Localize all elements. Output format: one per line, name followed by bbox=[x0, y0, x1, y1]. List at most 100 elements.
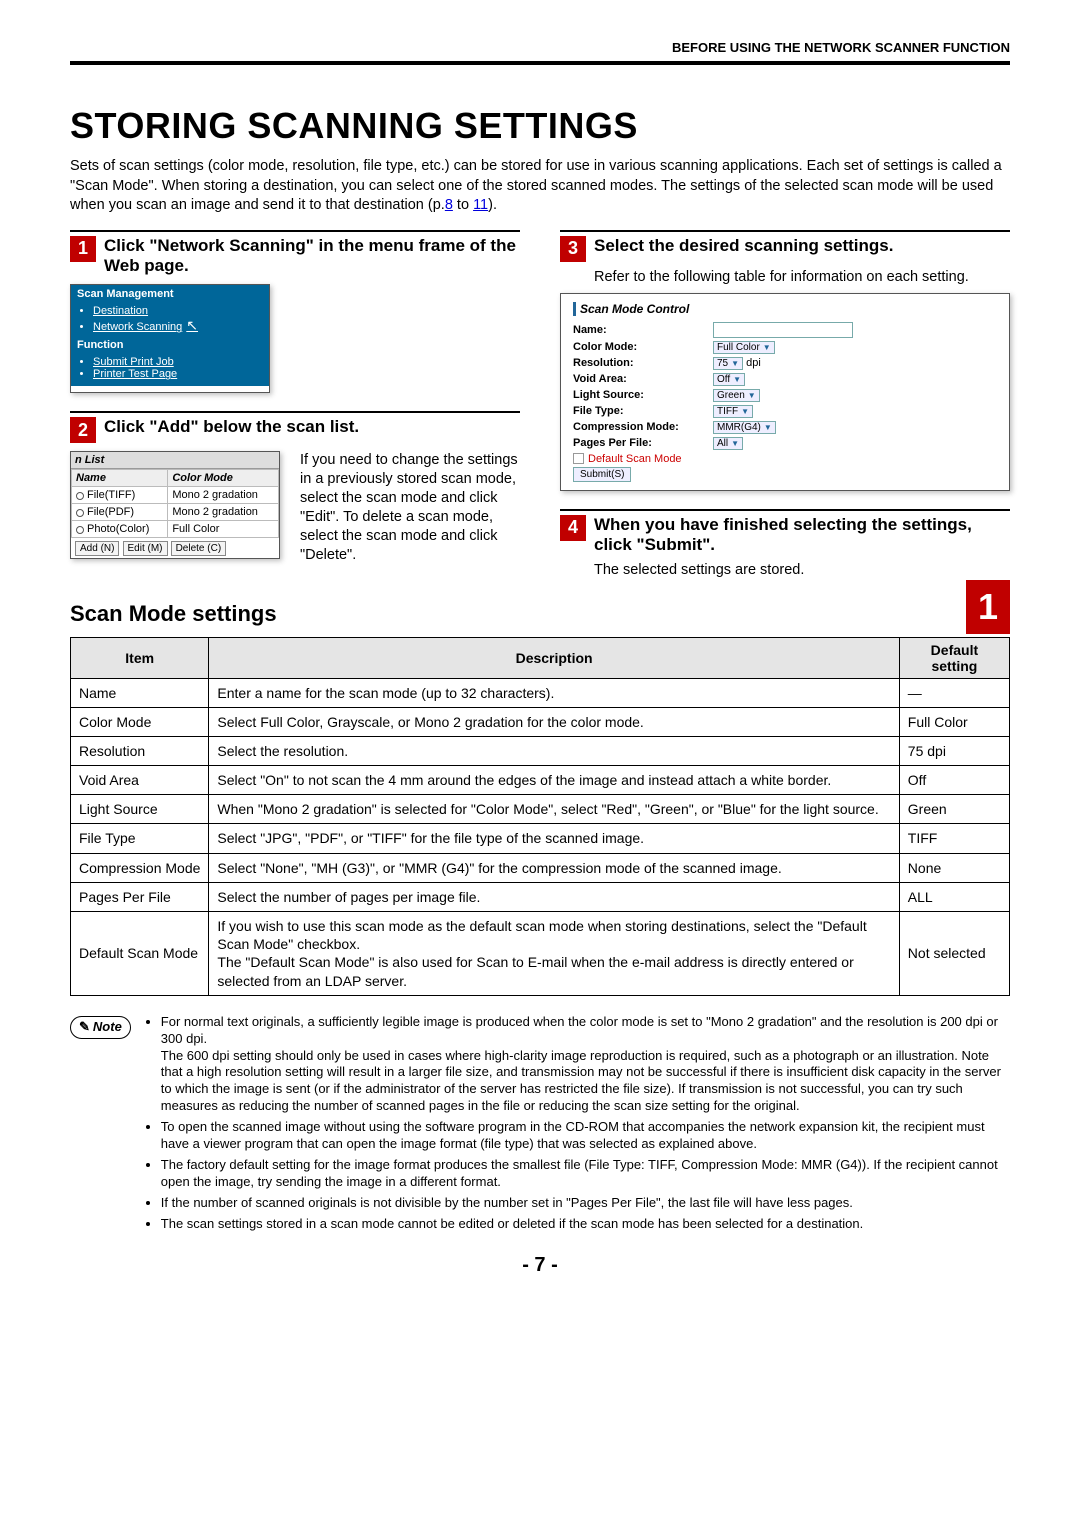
cell-default: — bbox=[899, 678, 1009, 707]
cell-desc: Select Full Color, Grayscale, or Mono 2 … bbox=[209, 707, 899, 736]
edit-button: Edit (M) bbox=[123, 541, 168, 556]
step-rule bbox=[560, 230, 1010, 232]
note-item: If the number of scanned originals is no… bbox=[161, 1195, 1010, 1212]
cell-desc: Select "On" to not scan the 4 mm around … bbox=[209, 766, 899, 795]
step-rule bbox=[560, 509, 1010, 511]
step-1-head: 1 Click "Network Scanning" in the menu f… bbox=[70, 236, 520, 277]
ctrl-label: Light Source: bbox=[573, 389, 713, 401]
ctrl-label: Name: bbox=[573, 324, 713, 336]
note-label: Note bbox=[93, 1019, 122, 1036]
table-row: ResolutionSelect the resolution.75 dpi bbox=[71, 736, 1010, 765]
cell-default: 75 dpi bbox=[899, 736, 1009, 765]
list-row: File(TIFF) Mono 2 gradation bbox=[72, 487, 279, 504]
list-caption: n List bbox=[71, 452, 279, 469]
ctrl-select: Off bbox=[713, 373, 745, 386]
cell-item: Resolution bbox=[71, 736, 209, 765]
ctrl-select: All bbox=[713, 437, 743, 450]
table-row: Compression ModeSelect "None", "MH (G3)"… bbox=[71, 853, 1010, 882]
menu-item-test-page: Printer Test Page bbox=[93, 368, 177, 380]
header-rule bbox=[70, 61, 1010, 65]
section-heading: Scan Mode settings bbox=[70, 601, 1010, 627]
ctrl-label: Void Area: bbox=[573, 373, 713, 385]
radio-icon bbox=[76, 509, 84, 517]
ctrl-caption: Scan Mode Control bbox=[573, 302, 997, 316]
cell-desc: When "Mono 2 gradation" is selected for … bbox=[209, 795, 899, 824]
cell-item: Default Scan Mode bbox=[71, 912, 209, 996]
list-th-name: Name bbox=[72, 470, 168, 487]
ctrl-suffix: dpi bbox=[746, 357, 761, 369]
intro-text-end: ). bbox=[488, 197, 497, 213]
delete-button: Delete (C) bbox=[171, 541, 227, 556]
submit-button: Submit(S) bbox=[573, 467, 631, 482]
table-row: Pages Per FileSelect the number of pages… bbox=[71, 882, 1010, 911]
settings-table: Item Description Default setting NameEnt… bbox=[70, 637, 1010, 996]
step-3-title: Select the desired scanning settings. bbox=[594, 236, 893, 256]
ctrl-label: Pages Per File: bbox=[573, 437, 713, 449]
th-default: Default setting bbox=[899, 637, 1009, 678]
note-item: The factory default setting for the imag… bbox=[161, 1157, 1010, 1191]
step-4-head: 4 When you have finished selecting the s… bbox=[560, 515, 1010, 556]
cell-default: TIFF bbox=[899, 824, 1009, 853]
list-th-color: Color Mode bbox=[168, 470, 279, 487]
menu-item-destination: Destination bbox=[93, 305, 148, 317]
screenshot-scan-list: n List Name Color Mode File(TIFF) Mono 2 … bbox=[70, 451, 280, 559]
cell-desc: Select "JPG", "PDF", or "TIFF" for the f… bbox=[209, 824, 899, 853]
ctrl-select: MMR(G4) bbox=[713, 421, 776, 434]
cell-item: File Type bbox=[71, 824, 209, 853]
table-row: Default Scan ModeIf you wish to use this… bbox=[71, 912, 1010, 996]
ctrl-input-name bbox=[713, 322, 853, 338]
cell-desc: Select the number of pages per image fil… bbox=[209, 882, 899, 911]
page-link-11[interactable]: 11 bbox=[473, 197, 488, 213]
ctrl-select: Green bbox=[713, 389, 760, 402]
table-row: Light SourceWhen "Mono 2 gradation" is s… bbox=[71, 795, 1010, 824]
intro-text-mid: to bbox=[453, 197, 473, 213]
page-title: STORING SCANNING SETTINGS bbox=[70, 105, 1010, 147]
note-item: For normal text originals, a sufficientl… bbox=[161, 1014, 1010, 1115]
cell-desc: If you wish to use this scan mode as the… bbox=[209, 912, 899, 996]
note-badge-icon: Note bbox=[70, 1016, 131, 1039]
step-number-icon: 1 bbox=[70, 236, 96, 262]
page-link-8[interactable]: 8 bbox=[445, 197, 453, 213]
step-4-desc: The selected settings are stored. bbox=[594, 561, 1010, 580]
step-3-head: 3 Select the desired scanning settings. bbox=[560, 236, 1010, 262]
list-row: Photo(Color) Full Color bbox=[72, 521, 279, 538]
th-item: Item bbox=[71, 637, 209, 678]
list-cell: Mono 2 gradation bbox=[168, 487, 279, 504]
list-cell: Mono 2 gradation bbox=[168, 504, 279, 521]
cell-default: None bbox=[899, 853, 1009, 882]
ctrl-label: Compression Mode: bbox=[573, 421, 713, 433]
note-item: The scan settings stored in a scan mode … bbox=[161, 1216, 1010, 1233]
cell-item: Color Mode bbox=[71, 707, 209, 736]
menu-section-scan: Scan Management bbox=[71, 285, 269, 303]
radio-icon bbox=[76, 492, 84, 500]
cursor-icon: ↖ bbox=[186, 317, 198, 333]
add-button: Add (N) bbox=[75, 541, 119, 556]
cell-desc: Select "None", "MH (G3)", or "MMR (G4)" … bbox=[209, 853, 899, 882]
step-2-desc: If you need to change the settings in a … bbox=[300, 451, 520, 564]
cell-desc: Select the resolution. bbox=[209, 736, 899, 765]
step-number-icon: 3 bbox=[560, 236, 586, 262]
menu-item-submit-job: Submit Print Job bbox=[93, 356, 174, 368]
cell-item: Pages Per File bbox=[71, 882, 209, 911]
intro-text-a: Sets of scan settings (color mode, resol… bbox=[70, 158, 1002, 213]
list-cell: Full Color bbox=[168, 521, 279, 538]
menu-section-function: Function bbox=[71, 336, 269, 354]
list-cell: File(TIFF) bbox=[87, 489, 135, 501]
running-header: BEFORE USING THE NETWORK SCANNER FUNCTIO… bbox=[70, 40, 1010, 61]
note-item: To open the scanned image without using … bbox=[161, 1119, 1010, 1153]
cell-default: Off bbox=[899, 766, 1009, 795]
step-number-icon: 4 bbox=[560, 515, 586, 541]
intro-paragraph: Sets of scan settings (color mode, resol… bbox=[70, 157, 1010, 216]
list-cell: Photo(Color) bbox=[87, 523, 149, 535]
cell-desc: Enter a name for the scan mode (up to 32… bbox=[209, 678, 899, 707]
screenshot-scan-mode-control: Scan Mode Control Name: Color Mode:Full … bbox=[560, 293, 1010, 491]
ctrl-checkbox-label: Default Scan Mode bbox=[588, 453, 682, 465]
cell-item: Compression Mode bbox=[71, 853, 209, 882]
step-4-title: When you have finished selecting the set… bbox=[594, 515, 1010, 556]
radio-icon bbox=[76, 526, 84, 534]
step-3-desc: Refer to the following table for informa… bbox=[594, 268, 1010, 287]
step-rule bbox=[70, 230, 520, 232]
step-1-title: Click "Network Scanning" in the menu fra… bbox=[104, 236, 520, 277]
cell-default: Green bbox=[899, 795, 1009, 824]
cell-item: Void Area bbox=[71, 766, 209, 795]
